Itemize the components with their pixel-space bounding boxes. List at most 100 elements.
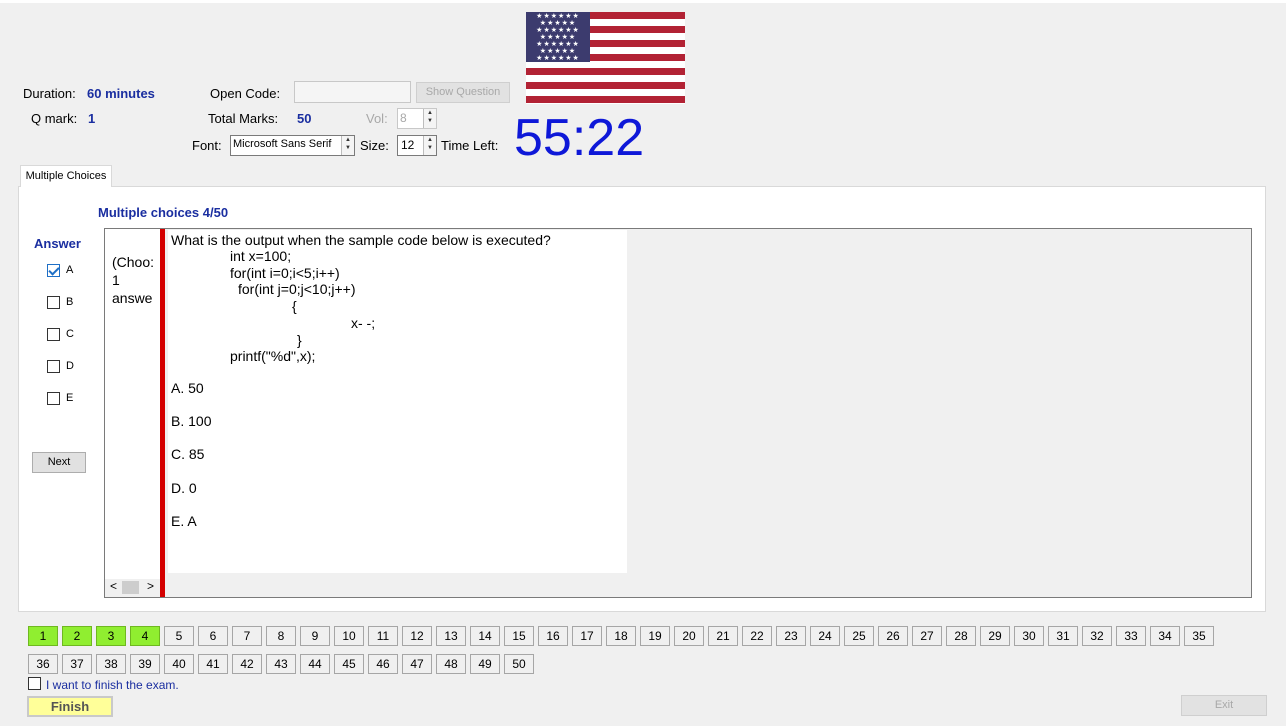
question-nav-button-18[interactable]: 18	[606, 626, 636, 646]
font-value: Microsoft Sans Serif	[233, 138, 332, 150]
qmark-value: 1	[88, 111, 96, 126]
font-spin-arrows[interactable]: ▲ ▼	[341, 136, 354, 155]
question-nav-button-37[interactable]: 37	[62, 654, 92, 674]
open-code-input[interactable]	[294, 81, 411, 103]
question-nav-button-6[interactable]: 6	[198, 626, 228, 646]
option-d: D. 0	[171, 480, 197, 496]
option-a-letter: A.	[171, 380, 185, 396]
question-nav-button-30[interactable]: 30	[1014, 626, 1044, 646]
question-nav-button-39[interactable]: 39	[130, 654, 160, 674]
question-nav-button-10[interactable]: 10	[334, 626, 364, 646]
scroll-left-icon[interactable]: <	[110, 579, 117, 593]
question-nav-button-40[interactable]: 40	[164, 654, 194, 674]
question-nav-button-29[interactable]: 29	[980, 626, 1010, 646]
choice-a-checkbox[interactable]	[47, 264, 60, 277]
choice-a-label[interactable]: A	[66, 264, 73, 276]
choice-b-checkbox[interactable]	[47, 296, 60, 309]
duration-label: Duration:	[23, 86, 76, 101]
question-text: What is the output when the sample code …	[171, 232, 551, 248]
vol-label: Vol:	[366, 111, 388, 126]
us-flag-icon: ★★★★★★ ★★★★★ ★★★★★★ ★★★★★ ★★★★★★ ★★★★★ ★★★★★★	[526, 12, 685, 104]
choice-e-label[interactable]: E	[66, 392, 73, 404]
finish-exam-label[interactable]: I want to finish the exam.	[46, 678, 179, 692]
option-a: A. 50	[171, 380, 204, 396]
question-nav-button-16[interactable]: 16	[538, 626, 568, 646]
choice-c-checkbox[interactable]	[47, 328, 60, 341]
question-nav-button-20[interactable]: 20	[674, 626, 704, 646]
question-nav-button-12[interactable]: 12	[402, 626, 432, 646]
question-nav-button-13[interactable]: 13	[436, 626, 466, 646]
question-nav-button-35[interactable]: 35	[1184, 626, 1214, 646]
code-line-4: {	[292, 298, 297, 314]
question-nav-button-45[interactable]: 45	[334, 654, 364, 674]
question-nav-button-19[interactable]: 19	[640, 626, 670, 646]
open-code-label: Open Code:	[210, 86, 281, 101]
question-nav-button-1[interactable]: 1	[28, 626, 58, 646]
question-nav-button-34[interactable]: 34	[1150, 626, 1180, 646]
question-nav-button-48[interactable]: 48	[436, 654, 466, 674]
finish-exam-checkbox[interactable]	[28, 677, 41, 690]
scroll-right-icon[interactable]: >	[147, 579, 154, 593]
question-nav-button-31[interactable]: 31	[1048, 626, 1078, 646]
size-spin-arrows[interactable]: ▲ ▼	[423, 136, 436, 155]
question-nav-button-32[interactable]: 32	[1082, 626, 1112, 646]
question-nav-button-47[interactable]: 47	[402, 654, 432, 674]
size-value: 12	[401, 138, 415, 152]
question-nav-button-44[interactable]: 44	[300, 654, 330, 674]
question-nav-button-46[interactable]: 46	[368, 654, 398, 674]
question-nav-button-50[interactable]: 50	[504, 654, 534, 674]
choice-e-checkbox[interactable]	[47, 392, 60, 405]
question-nav-button-43[interactable]: 43	[266, 654, 296, 674]
question-nav-button-49[interactable]: 49	[470, 654, 500, 674]
top-strip	[0, 0, 1286, 3]
tab-multiple-choices[interactable]: Multiple Choices	[20, 165, 112, 187]
question-nav-button-38[interactable]: 38	[96, 654, 126, 674]
exit-button[interactable]: Exit	[1181, 695, 1267, 716]
question-nav-button-22[interactable]: 22	[742, 626, 772, 646]
answer-label: Answer	[34, 236, 81, 251]
question-nav-button-9[interactable]: 9	[300, 626, 330, 646]
question-nav-button-26[interactable]: 26	[878, 626, 908, 646]
question-nav-button-11[interactable]: 11	[368, 626, 398, 646]
choice-b-label[interactable]: B	[66, 296, 73, 308]
vol-spinner[interactable]: 8 ▲ ▼	[397, 108, 437, 129]
next-button[interactable]: Next	[32, 452, 86, 473]
choice-d-checkbox[interactable]	[47, 360, 60, 373]
question-nav-button-21[interactable]: 21	[708, 626, 738, 646]
question-nav-button-14[interactable]: 14	[470, 626, 500, 646]
question-nav-button-24[interactable]: 24	[810, 626, 840, 646]
choice-c-label[interactable]: C	[66, 328, 74, 340]
code-line-2: for(int i=0;i<5;i++)	[230, 265, 340, 281]
choice-d-label[interactable]: D	[66, 360, 74, 372]
show-question-button[interactable]: Show Question	[416, 82, 510, 103]
question-nav-button-17[interactable]: 17	[572, 626, 602, 646]
horizontal-scrollbar[interactable]: < >	[105, 579, 160, 596]
duration-value: 60 minutes	[87, 86, 155, 101]
question-nav-button-27[interactable]: 27	[912, 626, 942, 646]
question-nav-button-4[interactable]: 4	[130, 626, 160, 646]
question-nav-button-23[interactable]: 23	[776, 626, 806, 646]
font-label: Font:	[192, 138, 222, 153]
qmark-label: Q mark:	[31, 111, 78, 126]
question-nav-button-42[interactable]: 42	[232, 654, 262, 674]
question-nav-button-25[interactable]: 25	[844, 626, 874, 646]
question-nav-button-36[interactable]: 36	[28, 654, 58, 674]
font-spinner[interactable]: Microsoft Sans Serif ▲ ▼	[230, 135, 355, 156]
question-nav-button-3[interactable]: 3	[96, 626, 126, 646]
finish-button[interactable]: Finish	[27, 696, 113, 717]
question-nav-button-15[interactable]: 15	[504, 626, 534, 646]
size-spinner[interactable]: 12 ▲ ▼	[397, 135, 437, 156]
question-nav-button-2[interactable]: 2	[62, 626, 92, 646]
option-e-text: A	[187, 513, 197, 529]
question-nav-button-5[interactable]: 5	[164, 626, 194, 646]
scroll-thumb[interactable]	[122, 581, 139, 594]
option-e-letter: E.	[171, 513, 185, 529]
vol-spin-arrows[interactable]: ▲ ▼	[423, 109, 436, 128]
question-nav-button-41[interactable]: 41	[198, 654, 228, 674]
red-divider	[160, 229, 165, 597]
option-c-letter: C.	[171, 446, 185, 462]
question-nav-button-8[interactable]: 8	[266, 626, 296, 646]
question-nav-button-7[interactable]: 7	[232, 626, 262, 646]
question-nav-button-33[interactable]: 33	[1116, 626, 1146, 646]
question-nav-button-28[interactable]: 28	[946, 626, 976, 646]
